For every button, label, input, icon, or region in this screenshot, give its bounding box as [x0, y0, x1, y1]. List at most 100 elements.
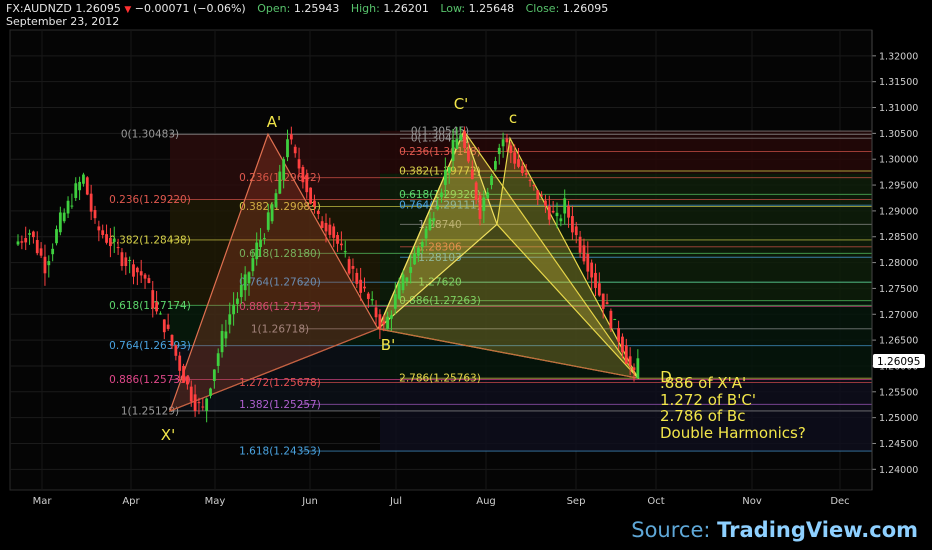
candle-body	[524, 172, 528, 175]
candle-body	[209, 388, 212, 396]
candle-body	[536, 190, 540, 200]
candle-body	[613, 319, 617, 321]
candle-body	[571, 216, 574, 233]
fib-level-label: 1.618(1.24353)	[239, 446, 321, 458]
candle-body	[405, 277, 409, 282]
candle-body	[85, 177, 89, 195]
candle-body	[470, 169, 474, 180]
candle-body	[597, 283, 601, 296]
candle-body	[540, 195, 543, 197]
candle-body	[609, 310, 613, 329]
price-tag-label: 1.26095	[877, 356, 920, 368]
open-value: 1.25943	[293, 2, 340, 15]
candle-body	[624, 345, 628, 364]
y-tick-label: 1.27500	[879, 284, 918, 295]
candle-body	[232, 304, 235, 315]
candle-body	[586, 253, 590, 272]
candle-body	[35, 239, 39, 254]
high-value: 1.26201	[383, 2, 429, 15]
candle-body	[178, 355, 182, 371]
y-tick-label: 1.28000	[879, 258, 918, 269]
candle-body	[266, 212, 270, 230]
x-tick-label: Jun	[301, 496, 318, 507]
candle-body	[628, 356, 632, 367]
candle-body	[74, 183, 78, 198]
candle-body	[16, 241, 20, 245]
candle-body	[128, 260, 132, 262]
candle-body	[528, 179, 532, 181]
fib-level-label: 0.886(1.25739)	[109, 374, 191, 386]
candle-body	[151, 290, 155, 309]
y-tick-label: 1.25500	[879, 387, 918, 398]
candle-body	[28, 233, 31, 235]
candle-body	[255, 242, 259, 260]
candle-body	[432, 218, 436, 222]
candle-body	[413, 253, 416, 265]
candle-body	[343, 251, 347, 253]
candle-body	[590, 262, 594, 278]
candle-body	[478, 195, 482, 219]
candle-body	[174, 345, 178, 356]
candle-body	[382, 321, 386, 325]
candle-body	[582, 245, 586, 262]
candle-body	[424, 228, 428, 239]
candle-body	[247, 272, 251, 284]
candle-body	[366, 293, 370, 299]
candle-body	[509, 145, 513, 153]
pattern-point-label: c	[509, 109, 517, 127]
fib-level-label: 0(1.30483)	[121, 129, 179, 141]
candle-body	[417, 247, 420, 256]
candle-body	[340, 243, 343, 246]
y-tick-label: 1.29500	[879, 181, 918, 192]
y-tick-label: 1.25000	[879, 413, 918, 424]
candle-body	[447, 166, 451, 173]
y-tick-label: 1.30000	[879, 155, 918, 166]
candle-body	[20, 241, 24, 243]
annotation-line: Double Harmonics?	[660, 423, 806, 442]
candle-body	[47, 261, 51, 266]
pattern-point-label: X'	[161, 426, 175, 444]
candle-body	[32, 231, 35, 238]
fib-level-label: 2.786(1.25763)	[399, 373, 481, 385]
close-label: Close:	[525, 2, 560, 15]
candle-body	[39, 248, 43, 256]
candle-body	[393, 294, 397, 309]
low-label: Low:	[440, 2, 466, 15]
x-tick-label: Aug	[476, 496, 496, 507]
candle-body	[563, 198, 567, 214]
pattern-point-label: A'	[267, 113, 281, 131]
x-tick-label: Apr	[122, 496, 140, 507]
y-tick-label: 1.32000	[879, 51, 918, 62]
candle-body	[320, 221, 324, 228]
x-tick-label: May	[205, 496, 226, 507]
candle-body	[474, 182, 478, 201]
candle-body	[182, 365, 185, 383]
candle-body	[436, 206, 440, 210]
candle-body	[636, 358, 640, 379]
annotation-text: .886 of X'A' 1.272 of B'C' 2.786 of Bc Doub…	[660, 375, 806, 441]
candle-body	[282, 159, 286, 180]
candle-body	[155, 302, 158, 312]
candle-body	[143, 274, 147, 279]
candle-body	[397, 283, 401, 299]
pattern-point-label: C'	[454, 95, 469, 113]
symbol-name: FX:AUDNZD	[6, 2, 72, 15]
candle-body	[324, 222, 328, 232]
candle-body	[632, 367, 636, 371]
candle-body	[55, 229, 58, 244]
y-tick-label: 1.30500	[879, 129, 918, 140]
x-tick-label: Dec	[830, 496, 849, 507]
candle-body	[162, 319, 166, 333]
y-tick-label: 1.26500	[879, 336, 918, 347]
candle-body	[559, 218, 563, 222]
candle-body	[370, 299, 374, 301]
candlestick-chart: 0(1.30483) 0.236(1.29220) 0.382(1.28438) 0.…	[9, 29, 925, 507]
candle-body	[124, 257, 128, 267]
candle-body	[212, 369, 216, 381]
candle-body	[547, 205, 551, 220]
candle-body	[459, 134, 463, 141]
candle-body	[132, 264, 135, 277]
down-triangle-icon: ▼	[124, 5, 132, 15]
candle-body	[270, 204, 274, 222]
candle-body	[617, 328, 620, 342]
